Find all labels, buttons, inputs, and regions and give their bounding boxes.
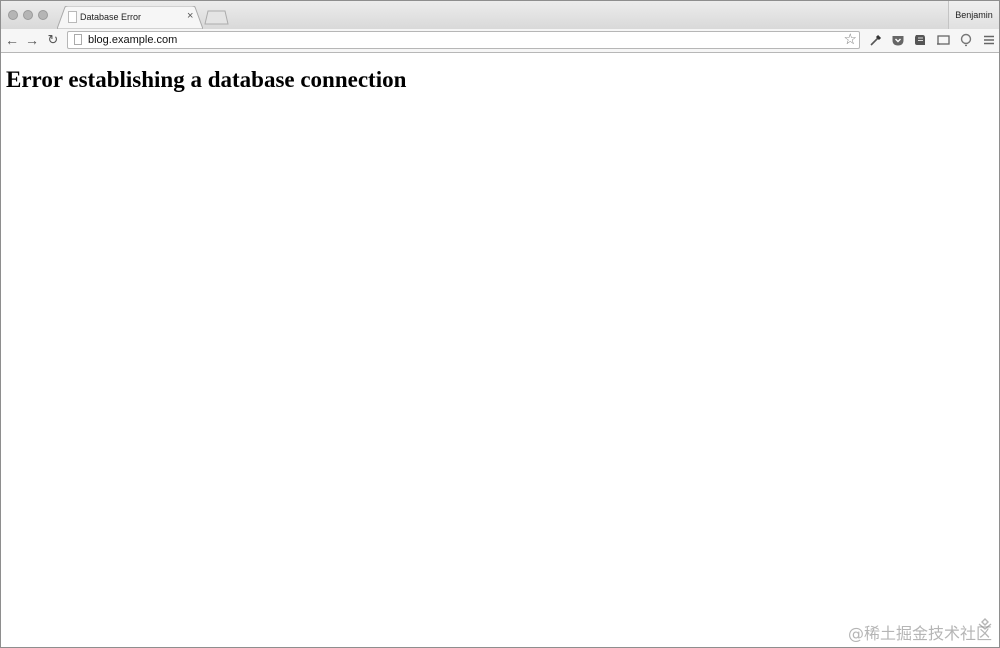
back-button[interactable]: ←: [4, 32, 20, 48]
tab-title: Database Error: [80, 12, 142, 22]
browser-window: Database Error × Benjamin ← → ↻ blog.exa…: [0, 0, 1000, 648]
reload-button[interactable]: ↻: [45, 32, 61, 48]
toolbar: ← → ↻ blog.example.com ☆: [1, 29, 999, 53]
evernote-icon[interactable]: [913, 33, 927, 47]
pocket-icon[interactable]: [891, 33, 905, 47]
window-close-button[interactable]: [8, 10, 18, 20]
watermark: @稀土掘金技术社区: [847, 624, 992, 643]
cast-icon[interactable]: [936, 33, 950, 47]
address-bar-url[interactable]: blog.example.com: [88, 34, 177, 46]
profile-button[interactable]: Benjamin: [948, 1, 999, 29]
forward-button[interactable]: →: [24, 32, 40, 48]
address-bar[interactable]: blog.example.com ☆: [67, 31, 860, 49]
page-icon: [74, 34, 82, 45]
bookmark-star-icon[interactable]: ☆: [844, 31, 857, 49]
eyedropper-icon[interactable]: [869, 33, 883, 47]
window-minimize-button[interactable]: [23, 10, 33, 20]
error-heading: Error establishing a database connection: [6, 67, 407, 92]
lightbulb-icon[interactable]: [959, 33, 973, 47]
page-content: Error establishing a database connection: [1, 53, 999, 647]
tab-close-button[interactable]: ×: [187, 10, 193, 22]
tab-database-error[interactable]: Database Error ×: [57, 6, 203, 29]
new-tab-button[interactable]: [203, 10, 229, 25]
menu-icon[interactable]: [982, 33, 996, 47]
page-icon: [68, 11, 77, 23]
tab-strip: Database Error × Benjamin: [1, 1, 999, 29]
window-zoom-button[interactable]: [38, 10, 48, 20]
